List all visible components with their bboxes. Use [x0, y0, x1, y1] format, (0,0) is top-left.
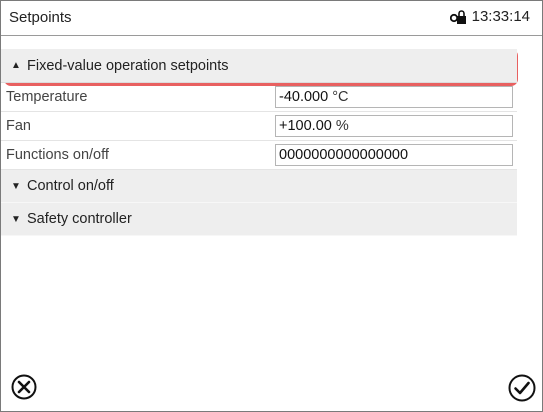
cancel-icon[interactable] [10, 373, 38, 401]
setpoint-unit: % [335, 118, 349, 134]
setpoints-list: ▲ Fixed-value operation setpoints Temper… [1, 49, 517, 236]
setpoint-row-functions: Functions on/off 0000000000000000 [1, 141, 517, 170]
setpoints-screen: Setpoints 13:33:14 ▲ Fixed-value operati… [0, 0, 543, 412]
bottom-bar [1, 365, 542, 411]
page-title: Setpoints [9, 9, 72, 26]
setpoint-label: Fan [6, 118, 31, 134]
setpoint-value: 0000000000000000 [279, 147, 409, 163]
setpoint-unit: °C [332, 89, 349, 105]
title-bar: Setpoints 13:33:14 [1, 1, 542, 36]
setpoint-label: Temperature [6, 89, 88, 105]
temperature-input[interactable]: -40.000 °C [275, 86, 513, 108]
section-label: Safety controller [27, 211, 132, 227]
functions-input[interactable]: 0000000000000000 [275, 144, 513, 166]
section-fixed-value-setpoints[interactable]: ▲ Fixed-value operation setpoints [1, 49, 517, 83]
section-safety-controller[interactable]: ▼ Safety controller [1, 203, 517, 236]
setpoint-row-temperature: Temperature -40.000 °C [1, 83, 517, 112]
setpoint-label: Functions on/off [6, 147, 109, 163]
setpoint-row-fan: Fan +100.00 % [1, 112, 517, 141]
clock: 13:33:14 [449, 8, 530, 25]
setpoint-value: +100.00 [279, 118, 332, 134]
lock-icon [449, 9, 468, 25]
clock-time: 13:33:14 [471, 8, 530, 25]
fan-input[interactable]: +100.00 % [275, 115, 513, 137]
setpoint-value: -40.000 [279, 89, 329, 105]
section-label: Fixed-value operation setpoints [27, 57, 229, 74]
triangle-up-icon: ▲ [11, 60, 21, 71]
triangle-down-icon: ▼ [11, 180, 21, 192]
section-control-on-off[interactable]: ▼ Control on/off [1, 170, 517, 203]
section-label: Control on/off [27, 178, 114, 194]
triangle-down-icon: ▼ [11, 213, 21, 225]
confirm-check-icon[interactable] [507, 373, 537, 403]
